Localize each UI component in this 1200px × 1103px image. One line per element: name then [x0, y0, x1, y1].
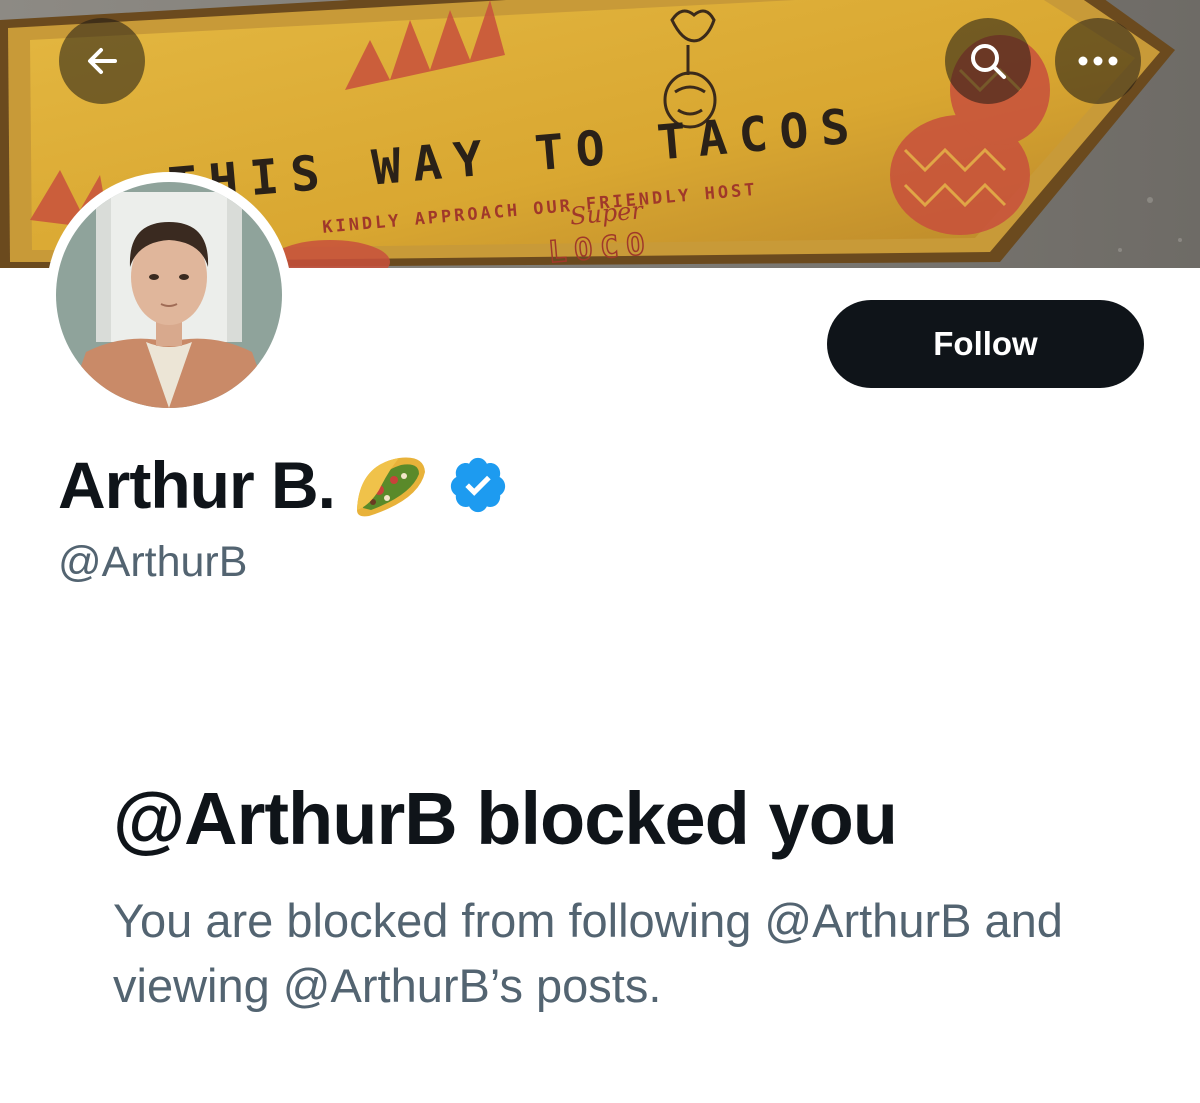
- profile-name-row: Arthur B.: [58, 445, 509, 525]
- search-icon: [971, 44, 1006, 79]
- blocked-description: You are blocked from following @ArthurB …: [113, 894, 1063, 1012]
- display-name: Arthur B.: [58, 448, 336, 522]
- back-button[interactable]: [59, 18, 145, 104]
- profile-handle: @ArthurB: [58, 538, 248, 586]
- taco-emoji-icon: [356, 457, 425, 517]
- avatar-image: [56, 182, 282, 408]
- search-button[interactable]: [945, 18, 1031, 104]
- more-options-button[interactable]: [1055, 18, 1141, 104]
- follow-button[interactable]: Follow: [827, 300, 1144, 388]
- arrow-left-icon: [88, 48, 117, 74]
- verified-badge-icon[interactable]: [447, 454, 509, 516]
- blocked-title: @ArthurB blocked you: [113, 777, 898, 860]
- profile-avatar[interactable]: [46, 172, 292, 418]
- more-dots-icon: [1078, 56, 1118, 66]
